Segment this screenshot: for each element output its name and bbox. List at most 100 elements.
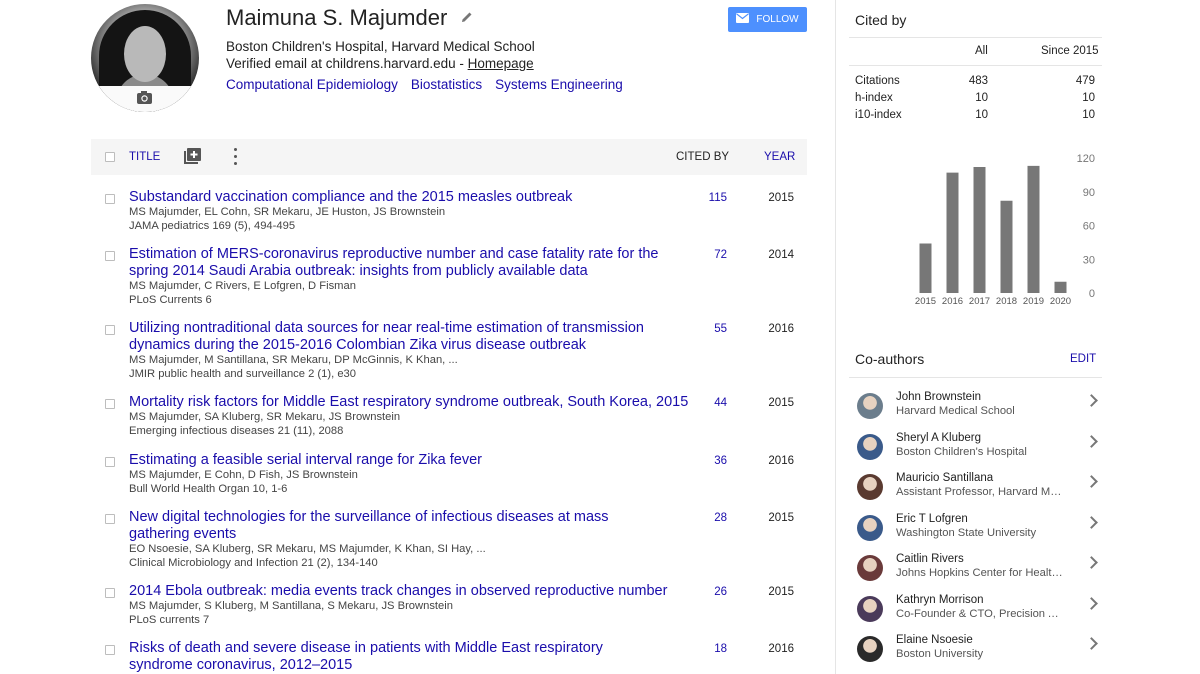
homepage-link[interactable]: Homepage: [468, 56, 534, 71]
coauthor-name[interactable]: John Brownstein: [896, 391, 981, 403]
coauthor-affiliation: Boston Children's Hospital: [896, 445, 1027, 458]
coauthor-row[interactable]: Elaine Nsoesie Boston University: [849, 634, 1102, 674]
article-title[interactable]: Mortality risk factors for Middle East r…: [129, 394, 709, 411]
select-all-checkbox[interactable]: [105, 152, 115, 162]
article-cited-count[interactable]: 26: [691, 586, 727, 598]
sort-by-title[interactable]: TITLE: [129, 151, 160, 163]
coauthor-row[interactable]: Eric T Lofgren Washington State Universit…: [849, 513, 1102, 553]
stat-label[interactable]: h-index: [855, 92, 893, 104]
stat-label[interactable]: i10-index: [855, 109, 902, 121]
coauthor-row[interactable]: Sheryl A Kluberg Boston Children's Hospit…: [849, 432, 1102, 472]
camera-icon[interactable]: [136, 90, 153, 109]
coauthor-avatar: [857, 433, 883, 460]
chevron-right-icon[interactable]: [1085, 556, 1098, 569]
sort-by-year[interactable]: YEAR: [764, 151, 795, 163]
x-tick-label: 2016: [942, 296, 963, 307]
chevron-right-icon[interactable]: [1085, 394, 1098, 407]
coauthor-name[interactable]: Mauricio Santillana: [896, 472, 993, 484]
article-title[interactable]: Risks of death and severe disease in pat…: [129, 640, 649, 674]
chart-bar[interactable]: [1000, 200, 1013, 293]
chevron-right-icon[interactable]: [1085, 434, 1098, 448]
chevron-right-icon[interactable]: [1085, 475, 1098, 488]
coauthor-name[interactable]: Sheryl A Kluberg: [896, 432, 981, 444]
article-title[interactable]: New digital technologies for the surveil…: [129, 509, 649, 543]
article-row: 2014 Ebola outbreak: media events track …: [91, 583, 807, 633]
article-cited-count[interactable]: 28: [691, 512, 727, 524]
more-vert-icon[interactable]: [229, 148, 241, 165]
coauthor-row[interactable]: Caitlin Rivers Johns Hopkins Center for H…: [849, 553, 1102, 593]
chart-bar[interactable]: [919, 243, 932, 294]
article-checkbox[interactable]: [105, 645, 115, 655]
divider-line: [849, 377, 1102, 378]
article-row: Utilizing nontraditional data sources fo…: [91, 320, 807, 386]
profile-name: Maimuna S. Majumder: [226, 5, 448, 30]
article-cited-count[interactable]: 18: [691, 643, 727, 655]
articles-table-header: TITLE CITED BY YEAR: [91, 139, 807, 175]
article-venue: JMIR public health and surveillance 2 (1…: [129, 368, 356, 380]
profile-email: Verified email at childrens.harvard.edu …: [226, 56, 534, 71]
article-venue: PLoS Currents 6: [129, 294, 212, 306]
research-interests: Computational Epidemiology Biostatistics…: [226, 77, 623, 92]
chevron-right-icon[interactable]: [1085, 596, 1098, 610]
playlist-add-icon[interactable]: [184, 148, 201, 164]
y-tick-label: 0: [1089, 288, 1095, 300]
article-checkbox[interactable]: [105, 588, 115, 598]
article-year: 2014: [768, 249, 794, 261]
x-tick-label: 2018: [996, 296, 1017, 307]
email-text: Verified email at childrens.harvard.edu …: [226, 56, 468, 71]
chart-bar[interactable]: [1027, 165, 1040, 293]
article-checkbox[interactable]: [105, 251, 115, 261]
article-authors: MS Majumder, C Rivers, E Lofgren, D Fism…: [129, 280, 356, 292]
coauthor-name[interactable]: Elaine Nsoesie: [896, 634, 973, 646]
chart-bar[interactable]: [946, 172, 959, 293]
x-tick-label: 2020: [1050, 296, 1071, 307]
coauthor-row[interactable]: John Brownstein Harvard Medical School: [849, 391, 1102, 431]
article-cited-count[interactable]: 72: [691, 249, 727, 261]
interest-link[interactable]: Biostatistics: [411, 77, 482, 92]
article-cited-count[interactable]: 55: [691, 323, 727, 335]
article-cited-count[interactable]: 115: [691, 192, 727, 204]
chevron-right-icon[interactable]: [1085, 637, 1098, 650]
x-tick-label: 2019: [1023, 296, 1044, 307]
article-cited-count[interactable]: 44: [691, 397, 727, 409]
article-title[interactable]: Substandard vaccination compliance and t…: [129, 189, 669, 206]
coauthor-affiliation: Harvard Medical School: [896, 405, 1015, 417]
article-authors: EO Nsoesie, SA Kluberg, SR Mekaru, MS Ma…: [129, 543, 486, 555]
article-title[interactable]: Estimation of MERS-coronavirus reproduct…: [129, 246, 669, 280]
coauthor-affiliation: Johns Hopkins Center for Health…: [896, 567, 1066, 579]
article-checkbox[interactable]: [105, 194, 115, 204]
article-title[interactable]: Estimating a feasible serial interval ra…: [129, 452, 669, 469]
sort-by-cited[interactable]: CITED BY: [676, 151, 729, 163]
interest-link[interactable]: Systems Engineering: [495, 77, 623, 92]
coauthor-name[interactable]: Kathryn Morrison: [896, 594, 984, 606]
coauthor-row[interactable]: Kathryn Morrison Co-Founder & CTO, Precis…: [849, 594, 1102, 634]
coauthor-row[interactable]: Mauricio Santillana Assistant Professor, …: [849, 472, 1102, 512]
stat-since: 10: [1082, 92, 1095, 104]
coauthor-affiliation: Washington State University: [896, 526, 1037, 539]
article-checkbox[interactable]: [105, 325, 115, 335]
article-checkbox[interactable]: [105, 457, 115, 467]
citations-chart: 120 90 60 30 0 2015 2016 2017 2018 2019 2020: [915, 153, 1095, 307]
chevron-right-icon[interactable]: [1085, 515, 1098, 529]
coauthor-name[interactable]: Caitlin Rivers: [896, 553, 964, 565]
coauthor-name[interactable]: Eric T Lofgren: [896, 513, 968, 525]
edit-coauthors-button[interactable]: EDIT: [1070, 353, 1096, 365]
article-title[interactable]: 2014 Ebola outbreak: media events track …: [129, 583, 689, 600]
coauthor-affiliation: Co-Founder & CTO, Precision A…: [896, 607, 1066, 620]
chart-bar[interactable]: [1054, 281, 1067, 293]
article-title[interactable]: Utilizing nontraditional data sources fo…: [129, 320, 669, 354]
article-checkbox[interactable]: [105, 514, 115, 524]
article-cited-count[interactable]: 36: [691, 455, 727, 467]
stat-since: 10: [1082, 109, 1095, 121]
follow-button[interactable]: FOLLOW: [728, 7, 807, 32]
article-venue: JAMA pediatrics 169 (5), 494-495: [129, 220, 296, 232]
profile-photo[interactable]: [91, 4, 199, 112]
column-divider: [835, 0, 836, 674]
article-checkbox[interactable]: [105, 399, 115, 409]
chart-bar[interactable]: [973, 167, 986, 293]
article-row: Substandard vaccination compliance and t…: [91, 189, 807, 239]
interest-link[interactable]: Computational Epidemiology: [226, 77, 398, 92]
stat-since: 479: [1075, 75, 1095, 87]
pencil-icon[interactable]: [461, 10, 473, 27]
divider-line: [849, 37, 1102, 38]
